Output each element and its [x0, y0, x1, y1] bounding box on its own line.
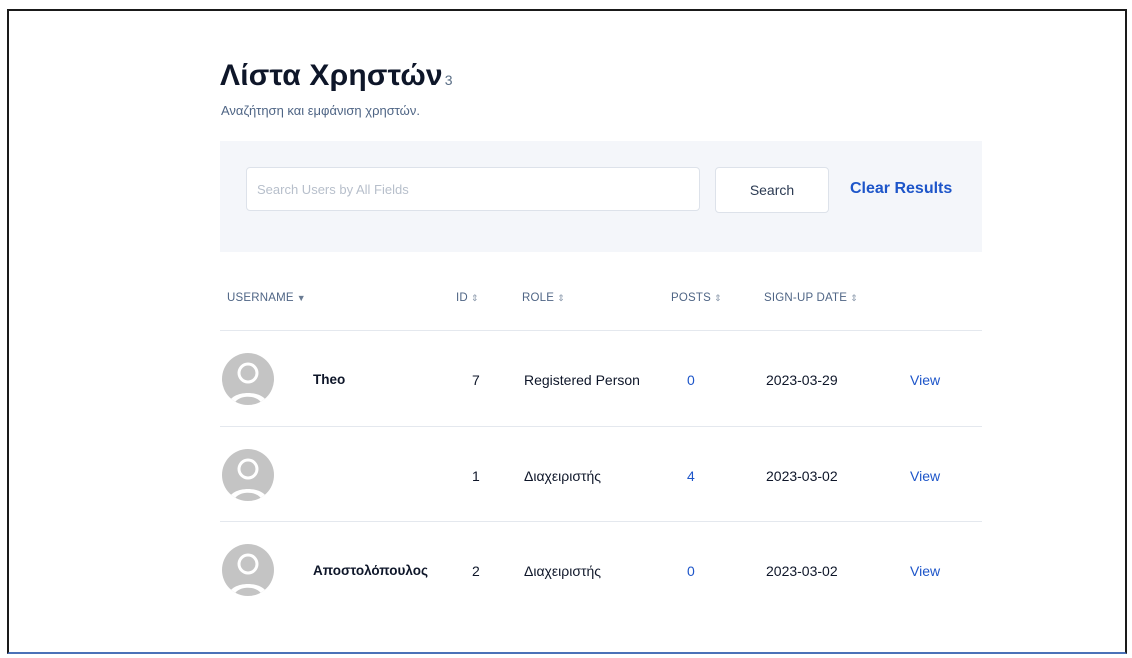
- search-button[interactable]: Search: [715, 167, 829, 213]
- page-subtitle: Αναζήτηση και εμφάνιση χρηστών.: [221, 103, 420, 118]
- signup-date-cell: 2023-03-02: [766, 468, 838, 484]
- caret-down-icon: ▼: [296, 293, 306, 303]
- table-row: 1 Διαχειριστής 4 2023-03-02 View: [220, 427, 982, 522]
- role-cell: Διαχειριστής: [524, 563, 602, 579]
- column-header-posts[interactable]: POSTS ⇕: [671, 292, 722, 304]
- column-label: SIGN-UP DATE: [764, 292, 848, 304]
- avatar: [222, 353, 274, 405]
- column-header-id[interactable]: ID ⇕: [456, 292, 479, 304]
- signup-date-cell: 2023-03-02: [766, 563, 838, 579]
- sort-updown-icon: ⇕: [850, 292, 858, 303]
- signup-date-cell: 2023-03-29: [766, 372, 838, 388]
- avatar: [222, 449, 274, 501]
- view-link[interactable]: View: [910, 468, 940, 484]
- page-header: Λίστα Χρηστών 3: [220, 59, 453, 93]
- role-cell: Διαχειριστής: [524, 468, 602, 484]
- avatar: [222, 544, 274, 596]
- id-cell: 1: [472, 468, 480, 484]
- username-cell: Αποστολόπουλος: [313, 563, 428, 578]
- column-label: ID: [456, 292, 468, 304]
- sort-updown-icon: ⇕: [470, 292, 479, 303]
- column-header-role[interactable]: ROLE ⇕: [522, 292, 565, 304]
- column-header-username[interactable]: USERNAME ▼: [227, 292, 306, 304]
- id-cell: 2: [472, 563, 480, 579]
- page-frame: Λίστα Χρηστών 3 Αναζήτηση και εμφάνιση χ…: [7, 9, 1127, 654]
- table-row: Theo 7 Registered Person 0 2023-03-29 Vi…: [220, 331, 982, 426]
- clear-results-link[interactable]: Clear Results: [850, 180, 952, 198]
- column-label: ROLE: [522, 292, 555, 304]
- search-input[interactable]: [246, 167, 700, 211]
- search-panel: Search Clear Results: [220, 141, 982, 252]
- column-label: USERNAME: [227, 292, 294, 304]
- page-title: Λίστα Χρηστών: [220, 59, 443, 92]
- column-header-signup-date[interactable]: SIGN-UP DATE ⇕: [764, 292, 858, 304]
- view-link[interactable]: View: [910, 372, 940, 388]
- username-cell: Theo: [313, 372, 346, 387]
- posts-link[interactable]: 0: [687, 372, 695, 388]
- view-link[interactable]: View: [910, 563, 940, 579]
- user-placeholder-icon: [228, 362, 268, 405]
- user-count: 3: [444, 72, 453, 88]
- user-placeholder-icon: [228, 458, 268, 501]
- table-row: Αποστολόπουλος 2 Διαχειριστής 0 2023-03-…: [220, 522, 982, 617]
- posts-link[interactable]: 0: [687, 563, 695, 579]
- sort-updown-icon: ⇕: [713, 292, 722, 303]
- column-label: POSTS: [671, 292, 711, 304]
- id-cell: 7: [472, 372, 480, 388]
- user-placeholder-icon: [228, 553, 268, 596]
- table-header: USERNAME ▼ ID ⇕ ROLE ⇕ POSTS ⇕ SIGN-UP D…: [220, 292, 982, 312]
- sort-updown-icon: ⇕: [557, 292, 565, 303]
- role-cell: Registered Person: [524, 372, 640, 388]
- posts-link[interactable]: 4: [687, 468, 695, 484]
